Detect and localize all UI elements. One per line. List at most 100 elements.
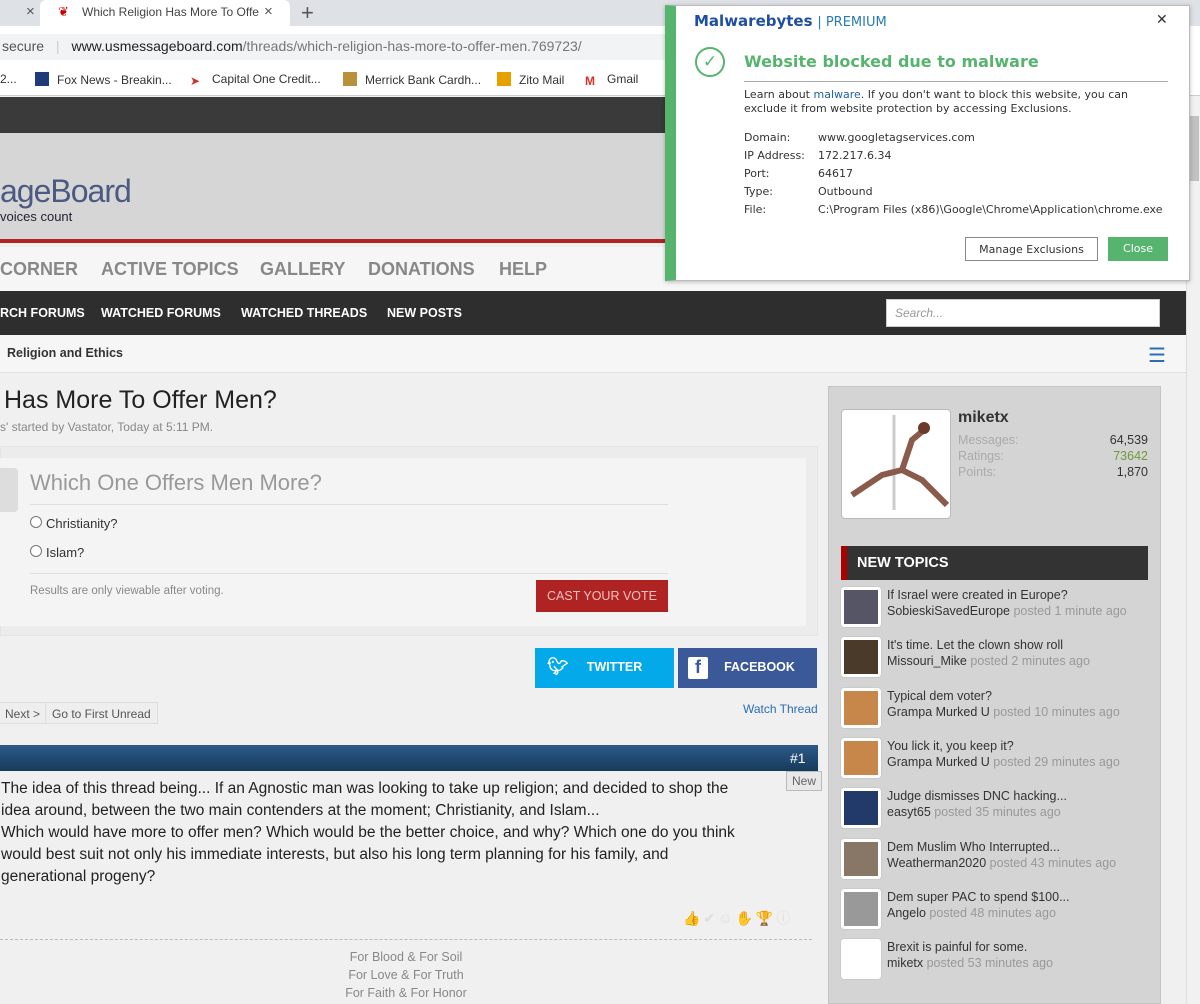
- rating-icons[interactable]: 👍✔☺✋🏆ⓘ: [683, 908, 793, 928]
- scrollbar-thumb[interactable]: [1189, 116, 1199, 181]
- topic-avatar[interactable]: [841, 637, 881, 678]
- topic-title[interactable]: It's time. Let the clown show roll: [887, 638, 1063, 652]
- first-unread-button[interactable]: Go to First Unread: [45, 702, 158, 724]
- watch-thread-link[interactable]: Watch Thread: [743, 702, 818, 716]
- new-topics-header: NEW TOPICS: [841, 546, 1148, 580]
- new-topic-item[interactable]: If Israel were created in Europe? Sobies…: [841, 587, 1151, 633]
- bookmark-gmail[interactable]: M Gmail: [585, 72, 638, 88]
- next-page-button[interactable]: Next >: [0, 702, 48, 724]
- topic-title[interactable]: Dem super PAC to spend $100...: [887, 890, 1070, 904]
- username[interactable]: miketx: [958, 409, 1009, 427]
- nav-search-forums[interactable]: RCH FORUMS: [0, 306, 85, 320]
- topic-meta: Angelo posted 48 minutes ago: [887, 905, 1056, 920]
- thread-title: Has More To Offer Men?: [4, 386, 277, 414]
- topic-user[interactable]: Weatherman2020: [887, 856, 986, 870]
- nav-gallery[interactable]: GALLERY: [260, 259, 345, 280]
- post-header: #1: [0, 745, 818, 771]
- nav-donations[interactable]: DONATIONS: [368, 259, 475, 280]
- bookmark-zito-mail[interactable]: Zito Mail: [497, 72, 564, 87]
- new-topic-item[interactable]: Judge dismisses DNC hacking... easyt65 p…: [841, 788, 1151, 834]
- search-input[interactable]: Search...: [886, 299, 1160, 327]
- new-topic-item[interactable]: Dem super PAC to spend $100... Angelo po…: [841, 888, 1151, 935]
- poll-question: Which One Offers Men More?: [30, 470, 322, 495]
- topic-user[interactable]: Grampa Murked U: [887, 705, 990, 719]
- topic-avatar[interactable]: [841, 788, 881, 829]
- detail-label: File:: [744, 203, 767, 216]
- bookmark-capital-one[interactable]: ➤ Capital One Credit...: [190, 72, 321, 88]
- twitter-icon: 🐦︎: [547, 657, 569, 676]
- new-topic-item[interactable]: Dem Muslim Who Interrupted... Weatherman…: [841, 838, 1151, 885]
- nav-active-topics[interactable]: ACTIVE TOPICS: [101, 259, 239, 280]
- detail-value: 172.217.6.34: [818, 149, 892, 162]
- site-tagline: voices count: [0, 209, 73, 224]
- topic-user[interactable]: Angelo: [887, 906, 926, 920]
- topic-meta: miketx posted 53 minutes ago: [887, 956, 1054, 971]
- topic-avatar[interactable]: [841, 838, 881, 879]
- topic-title[interactable]: Dem Muslim Who Interrupted...: [887, 840, 1060, 854]
- topic-meta: Missouri_Mike posted 2 minutes ago: [887, 654, 1090, 669]
- detail-value: Outbound: [818, 185, 873, 198]
- nav-help[interactable]: HELP: [499, 259, 547, 280]
- signature: For Blood & For Soil For Love & For Truth…: [345, 950, 467, 1000]
- bookmark-fox-news[interactable]: Fox News - Breakin...: [35, 72, 172, 87]
- detail-label: IP Address:: [744, 149, 805, 162]
- avatar-image: [850, 415, 950, 510]
- topic-user[interactable]: Missouri_Mike: [887, 654, 967, 668]
- topic-title[interactable]: Judge dismisses DNC hacking...: [887, 789, 1067, 803]
- facebook-icon: f: [688, 657, 708, 679]
- facebook-share-button[interactable]: f FACEBOOK: [678, 648, 817, 688]
- post-number[interactable]: #1: [790, 750, 806, 766]
- topic-user[interactable]: easyt65: [887, 805, 931, 819]
- tab-title: Which Religion Has More To Offe: [82, 5, 259, 19]
- topic-meta: SobieskiSavedEurope posted 1 minute ago: [887, 604, 1127, 618]
- security-label[interactable]: secure: [2, 38, 44, 54]
- nav-corner[interactable]: CORNER: [0, 259, 78, 280]
- topic-avatar[interactable]: [841, 687, 881, 728]
- detail-value: 64617: [818, 167, 853, 180]
- topic-avatar[interactable]: [841, 587, 881, 627]
- divider: [30, 504, 668, 505]
- topic-title[interactable]: If Israel were created in Europe?: [887, 588, 1068, 602]
- capital-one-icon: ➤: [190, 74, 201, 88]
- nav-watched-threads[interactable]: WATCHED THREADS: [241, 306, 367, 320]
- malwarebytes-popup: Malwarebytes | PREMIUM ✕ ✓ Website block…: [665, 5, 1190, 281]
- url-domain: www.usmessageboard.com: [71, 38, 243, 54]
- nav-new-posts[interactable]: NEW POSTS: [387, 306, 462, 320]
- bookmark-merrick-bank[interactable]: Merrick Bank Cardh...: [343, 72, 481, 87]
- popup-close-icon[interactable]: ✕: [1156, 12, 1168, 28]
- new-topic-item[interactable]: You lick it, you keep it? Grampa Murked …: [841, 737, 1151, 784]
- tab-active[interactable]: ❦ Which Religion Has More To Offe ×: [40, 0, 290, 26]
- topic-avatar[interactable]: [841, 939, 881, 980]
- malware-link[interactable]: malware: [813, 88, 860, 101]
- check-circle-icon: ✓: [695, 47, 725, 77]
- new-topic-item[interactable]: It's time. Let the clown show roll Misso…: [841, 637, 1151, 683]
- new-topic-item[interactable]: Typical dem voter? Grampa Murked U poste…: [841, 687, 1151, 734]
- new-badge: New: [786, 771, 823, 791]
- new-topic-item[interactable]: Brexit is painful for some. miketx poste…: [841, 939, 1151, 985]
- breadcrumb-religion-and-ethics[interactable]: Religion and Ethics: [7, 346, 123, 360]
- bookmark[interactable]: 2...: [0, 72, 17, 86]
- menu-icon[interactable]: ☰: [1148, 343, 1166, 368]
- topic-user[interactable]: miketx: [887, 956, 923, 970]
- prev-tab-close-icon[interactable]: ×: [26, 3, 35, 20]
- topic-title[interactable]: You lick it, you keep it?: [887, 739, 1014, 753]
- mail-icon: [497, 72, 511, 86]
- new-tab-button[interactable]: +: [301, 0, 314, 26]
- topic-title[interactable]: Brexit is painful for some.: [887, 940, 1027, 954]
- user-avatar[interactable]: [841, 409, 951, 519]
- topic-user[interactable]: Grampa Murked U: [887, 755, 990, 769]
- topic-user[interactable]: SobieskiSavedEurope: [887, 604, 1010, 618]
- topic-avatar[interactable]: [841, 888, 881, 929]
- tab-close-icon[interactable]: ×: [264, 3, 273, 20]
- manage-exclusions-button[interactable]: Manage Exclusions: [965, 237, 1098, 261]
- topic-avatar[interactable]: [841, 737, 881, 778]
- poll-option-christianity[interactable]: Christianity?: [30, 516, 118, 531]
- topic-title[interactable]: Typical dem voter?: [887, 689, 992, 703]
- detail-label: Port:: [744, 167, 770, 180]
- twitter-share-button[interactable]: 🐦︎ TWITTER: [535, 648, 674, 688]
- cast-vote-button[interactable]: CAST YOUR VOTE: [536, 580, 668, 612]
- site-logo[interactable]: ageBoard: [0, 173, 132, 210]
- popup-close-button[interactable]: Close: [1108, 237, 1168, 261]
- poll-option-islam[interactable]: Islam?: [30, 545, 84, 560]
- nav-watched-forums[interactable]: WATCHED FORUMS: [101, 306, 221, 320]
